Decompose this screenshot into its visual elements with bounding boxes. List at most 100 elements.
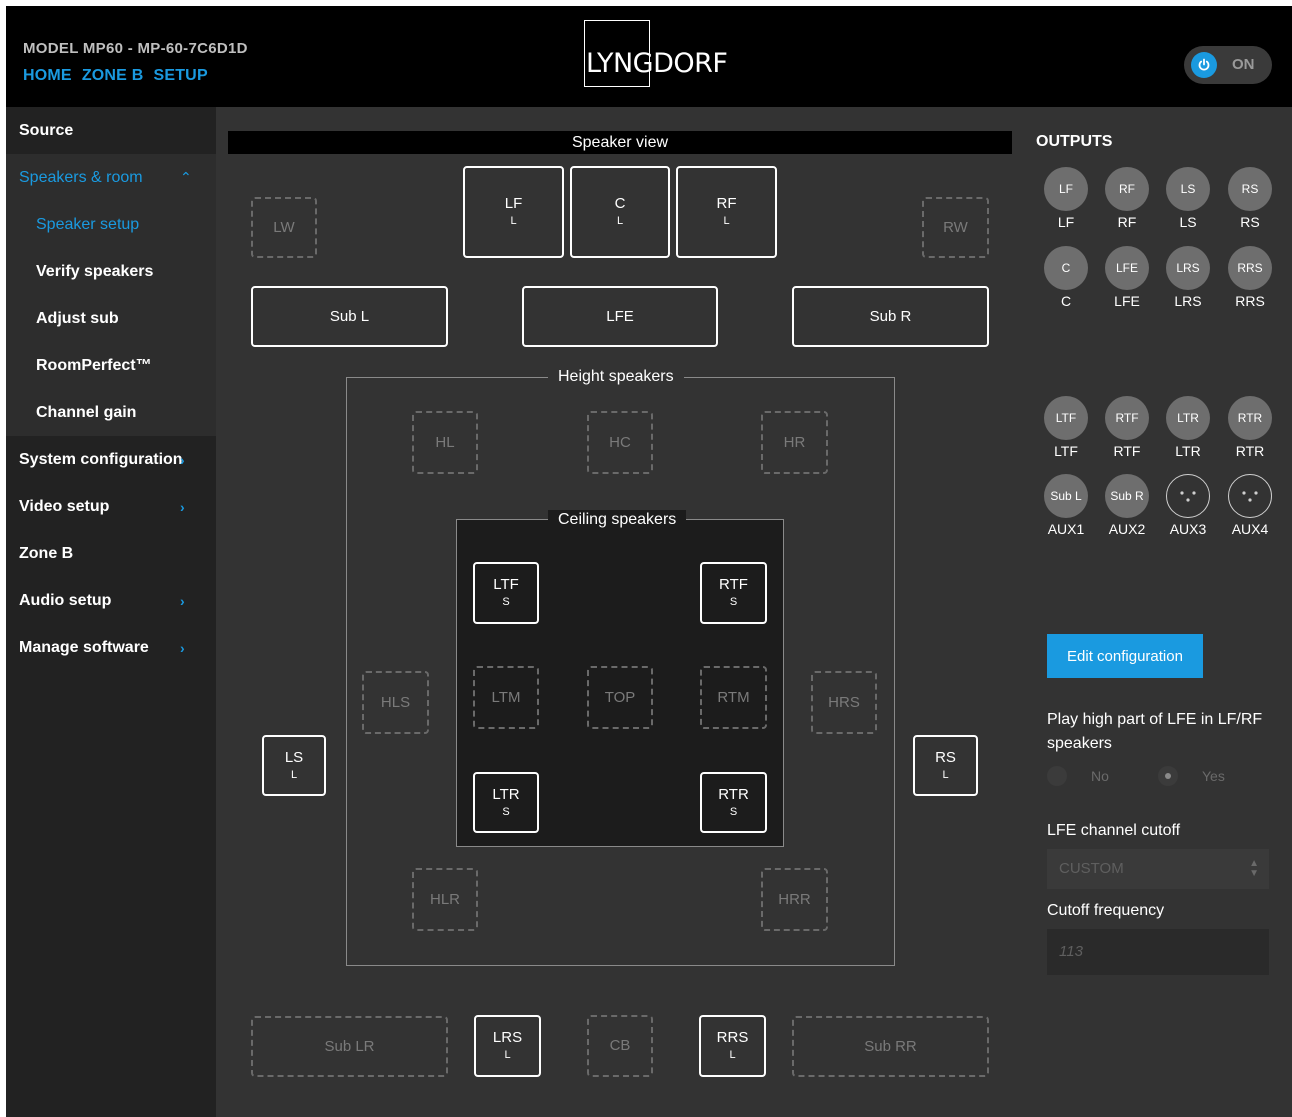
output-label: AUX1	[1047, 521, 1085, 537]
output-rrs: RRS RRS	[1226, 246, 1274, 309]
sidebar-item-source[interactable]: Source	[6, 107, 216, 154]
output-circle[interactable]: Sub L	[1044, 474, 1088, 518]
speaker-rrs[interactable]: RRS L	[699, 1015, 766, 1077]
output-aux2: Sub R AUX2	[1103, 474, 1151, 537]
xlr-connector-icon[interactable]	[1228, 474, 1272, 518]
lfe-high-part-label: Play high part of LFE in LF/RF speakers	[1047, 711, 1263, 752]
speaker-sub-r[interactable]: Sub R	[792, 286, 989, 347]
brand-logo: LYNGDORF	[586, 48, 728, 79]
sidebar-item-verify-speakers[interactable]: Verify speakers	[6, 248, 216, 295]
speaker-name: RTF	[719, 576, 748, 593]
output-circle[interactable]: RTF	[1105, 396, 1149, 440]
model-name: MODEL MP60 - MP-60-7C6D1D	[23, 40, 248, 57]
nav-zone-b-link[interactable]: ZONE B	[82, 67, 144, 85]
speaker-rtm[interactable]: RTM	[700, 666, 767, 729]
output-circle[interactable]: RS	[1228, 167, 1272, 211]
speaker-hls[interactable]: HLS	[362, 671, 429, 734]
speaker-name: Sub RR	[864, 1037, 917, 1055]
speaker-name: TOP	[604, 688, 636, 706]
speaker-hc[interactable]: HC	[587, 411, 653, 474]
output-circle[interactable]: LTF	[1044, 396, 1088, 440]
output-circle[interactable]: LTR	[1166, 396, 1210, 440]
speaker-name: Sub L	[329, 307, 370, 325]
speaker-ls[interactable]: LS L	[262, 735, 326, 796]
speaker-name: RF	[716, 195, 737, 212]
speaker-hrr[interactable]: HRR	[761, 868, 828, 931]
cutoff-frequency-input[interactable]: 113	[1047, 929, 1269, 975]
speaker-cb[interactable]: CB	[587, 1015, 653, 1077]
speaker-ltm[interactable]: LTM	[473, 666, 539, 729]
output-circle[interactable]: LFE	[1105, 246, 1149, 290]
sidebar-item-system-configuration[interactable]: System configuration ›	[6, 436, 216, 483]
speaker-sub-rr[interactable]: Sub RR	[792, 1016, 989, 1077]
radio-yes[interactable]: Yes	[1158, 766, 1225, 786]
speaker-hl[interactable]: HL	[412, 411, 478, 474]
sidebar-item-audio-setup[interactable]: Audio setup ›	[6, 577, 216, 624]
output-circle[interactable]: LF	[1044, 167, 1088, 211]
sidebar: Source Speakers & room ⌃ Speaker setup Ve…	[6, 107, 216, 1117]
outputs-title: OUTPUTS	[1036, 133, 1113, 150]
speaker-name: RTM	[717, 688, 750, 706]
output-lrs: LRS LRS	[1164, 246, 1212, 309]
speaker-c[interactable]: CL	[570, 166, 670, 258]
output-label: AUX2	[1108, 521, 1146, 537]
speaker-ltf[interactable]: LTF S	[473, 562, 539, 624]
sidebar-item-video-setup[interactable]: Video setup ›	[6, 483, 216, 530]
speaker-ltr[interactable]: LTR S	[473, 772, 539, 833]
speaker-sub-l[interactable]: Sub L	[251, 286, 448, 347]
top-bar: MODEL MP60 - MP-60-7C6D1D HOME ZONE B SE…	[6, 6, 1292, 107]
sidebar-item-label: RoomPerfect™	[36, 356, 152, 374]
ceiling-speakers-label: Ceiling speakers	[548, 510, 687, 530]
output-circle[interactable]: RF	[1105, 167, 1149, 211]
speaker-rw[interactable]: RW	[922, 197, 989, 258]
sidebar-item-speakers-room[interactable]: Speakers & room ⌃	[6, 154, 216, 201]
lfe-cutoff-select[interactable]: CUSTOM ▲ ▼	[1047, 849, 1269, 889]
lfe-cutoff-label: LFE channel cutoff	[1047, 822, 1181, 839]
output-circle[interactable]: RTR	[1228, 396, 1272, 440]
speaker-rf[interactable]: RF L	[676, 166, 777, 258]
nav-home-link[interactable]: HOME	[23, 67, 72, 85]
speaker-mode: S	[729, 805, 738, 818]
edit-configuration-button[interactable]: Edit configuration	[1047, 634, 1203, 678]
output-label: LFE	[1114, 293, 1140, 309]
height-speakers-label: Height speakers	[548, 367, 684, 387]
sidebar-item-zone-b[interactable]: Zone B	[6, 530, 216, 577]
sidebar-item-label: System configuration	[19, 450, 183, 468]
speaker-lf[interactable]: LF L	[463, 166, 564, 258]
radio-no-label: No	[1091, 768, 1109, 784]
sidebar-item-adjust-sub[interactable]: Adjust sub	[6, 295, 216, 342]
output-circle[interactable]: LS	[1166, 167, 1210, 211]
output-circle[interactable]: RRS	[1228, 246, 1272, 290]
speaker-lw[interactable]: LW	[251, 197, 317, 258]
sidebar-item-channel-gain[interactable]: Channel gain	[6, 389, 216, 436]
speaker-rtf[interactable]: RTF S	[700, 562, 767, 624]
output-circle[interactable]: LRS	[1166, 246, 1210, 290]
sidebar-item-manage-software[interactable]: Manage software ›	[6, 624, 216, 671]
speaker-hrs[interactable]: HRS	[811, 671, 877, 734]
sidebar-item-speaker-setup[interactable]: Speaker setup	[6, 201, 216, 248]
speaker-hlr[interactable]: HLR	[412, 868, 478, 931]
sidebar-item-label: Verify speakers	[36, 262, 154, 280]
speaker-hr[interactable]: HR	[761, 411, 828, 474]
output-label: RRS	[1235, 293, 1265, 309]
output-rf: RF RF	[1103, 167, 1151, 230]
speaker-sub-lr[interactable]: Sub LR	[251, 1016, 448, 1077]
xlr-connector-icon[interactable]	[1166, 474, 1210, 518]
power-toggle[interactable]: ON	[1184, 46, 1272, 84]
speaker-lrs[interactable]: LRS L	[474, 1015, 541, 1077]
sidebar-item-roomperfect[interactable]: RoomPerfect™	[6, 342, 216, 389]
speaker-name: HL	[435, 433, 455, 451]
nav-setup-link[interactable]: SETUP	[153, 67, 207, 85]
lfe-cutoff-value: CUSTOM	[1059, 860, 1124, 877]
speaker-rtr[interactable]: RTR S	[700, 772, 767, 833]
speaker-top[interactable]: TOP	[587, 666, 653, 729]
speaker-lfe[interactable]: LFE	[522, 286, 718, 347]
speaker-rs[interactable]: RS L	[913, 735, 978, 796]
output-circle[interactable]: C	[1044, 246, 1088, 290]
sidebar-item-label: Manage software	[19, 638, 149, 656]
speaker-name: LS	[284, 748, 304, 766]
output-circle[interactable]: Sub R	[1105, 474, 1149, 518]
radio-no[interactable]: No	[1047, 766, 1109, 786]
output-label: RF	[1117, 214, 1137, 230]
speaker-name: RS	[935, 748, 956, 766]
